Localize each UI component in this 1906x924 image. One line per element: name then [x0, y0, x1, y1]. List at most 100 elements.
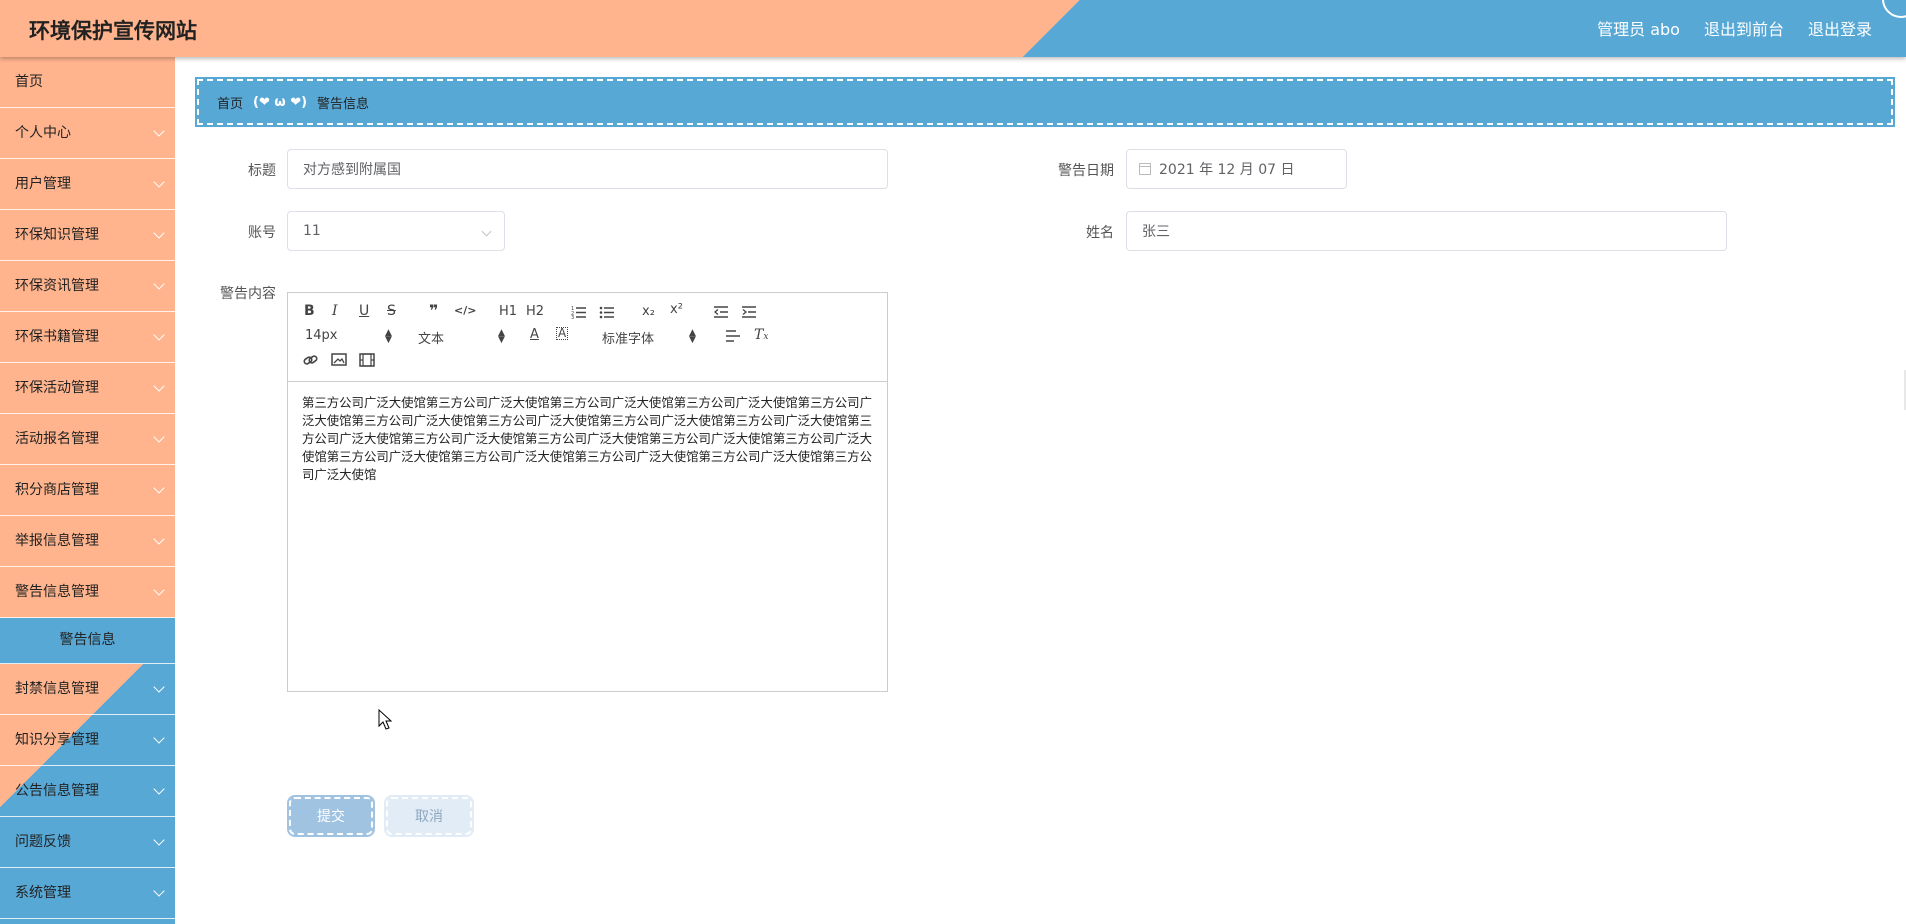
align-left-icon[interactable]: [725, 329, 741, 343]
logout-link[interactable]: 退出登录: [1808, 16, 1872, 40]
header-links: 管理员 abo 退出到前台 退出登录: [1597, 16, 1872, 40]
sidebar-item-label: 环保资讯管理: [15, 278, 99, 294]
corner-decoration: [1882, 0, 1906, 18]
sidebar-item-shop[interactable]: 积分商店管理: [0, 465, 175, 516]
italic-button[interactable]: I: [332, 303, 338, 319]
sidebar-menu: 首页 个人中心 用户管理 环保知识管理 环保资讯管理 环保书籍管理 环保活动管理…: [0, 57, 175, 924]
content-label: 警告内容: [220, 286, 276, 302]
sidebar-item-home[interactable]: 首页: [0, 57, 175, 108]
account-select[interactable]: 11: [287, 211, 505, 251]
sidebar-item-system[interactable]: 系统管理: [0, 868, 175, 919]
sidebar-item-reports[interactable]: 举报信息管理: [0, 516, 175, 567]
date-label: 警告日期: [1058, 163, 1114, 179]
sidebar-item-label: 知识分享管理: [15, 732, 99, 748]
site-title: 环境保护宣传网站: [29, 19, 197, 43]
bold-button[interactable]: B: [304, 303, 315, 319]
chevron-down-icon: [153, 834, 165, 846]
submit-button[interactable]: 提交: [287, 795, 375, 837]
sidebar-item-personal[interactable]: 个人中心: [0, 108, 175, 159]
bullet-list-icon[interactable]: [599, 305, 615, 319]
sidebar-item-label: 环保书籍管理: [15, 329, 99, 345]
date-value: 2021 年 12 月 07 日: [1159, 162, 1295, 178]
header-picker[interactable]: 文本 ▲ ▼: [418, 328, 506, 348]
h2-button[interactable]: H2: [526, 304, 544, 319]
sidebar-item-feedback[interactable]: 问题反馈: [0, 817, 175, 868]
code-button[interactable]: </>: [454, 304, 476, 317]
sidebar-item-activities[interactable]: 环保活动管理: [0, 363, 175, 414]
indent-icon[interactable]: [741, 305, 757, 319]
h1-button[interactable]: H1: [499, 304, 517, 319]
breadcrumb-current: 警告信息: [317, 96, 370, 112]
breadcrumb: 首页 (❤ ω ❤) 警告信息: [195, 77, 1895, 127]
font-size-value: 14px: [305, 328, 338, 343]
name-input[interactable]: 张三: [1126, 211, 1727, 251]
chevron-down-icon: [153, 732, 165, 744]
breadcrumb-home[interactable]: 首页: [217, 93, 243, 112]
title-input[interactable]: 对方感到附属国: [287, 149, 888, 189]
chevron-down-icon: [153, 176, 165, 188]
sidebar-item-bans[interactable]: 封禁信息管理: [0, 664, 175, 715]
chevron-down-icon: [153, 227, 165, 239]
chevron-down-icon: [153, 278, 165, 290]
link-icon[interactable]: [303, 353, 319, 367]
picker-arrows-icon: ▲ ▼: [498, 328, 505, 345]
video-icon[interactable]: [359, 353, 375, 367]
chevron-down-icon: [153, 380, 165, 392]
sidebar-item-users[interactable]: 用户管理: [0, 159, 175, 210]
calendar-icon: [1139, 163, 1151, 175]
cancel-button[interactable]: 取消: [384, 795, 474, 837]
back-to-front-link[interactable]: 退出到前台: [1704, 16, 1784, 40]
image-icon[interactable]: [331, 353, 347, 367]
title-value: 对方感到附属国: [303, 162, 401, 178]
rich-text-editor: B I U S ❞ </> H1 H2 123 x₂ x² 14px ▲ ▼ 文…: [287, 292, 888, 692]
clear-format-icon[interactable]: Tx: [754, 327, 768, 343]
font-color-icon[interactable]: A: [530, 327, 539, 342]
chevron-down-icon: [153, 885, 165, 897]
top-header: 环境保护宣传网站 管理员 abo 退出到前台 退出登录: [0, 0, 1906, 57]
name-value: 张三: [1142, 224, 1170, 240]
sidebar-item-sharing[interactable]: 知识分享管理: [0, 715, 175, 766]
superscript-button[interactable]: x²: [670, 302, 683, 317]
chevron-down-icon: [153, 533, 165, 545]
underline-button[interactable]: U: [359, 303, 369, 319]
background-color-icon[interactable]: A: [556, 327, 569, 340]
name-label: 姓名: [1086, 225, 1114, 241]
sidebar-item-label: 环保活动管理: [15, 380, 99, 396]
sidebar-item-label: 积分商店管理: [15, 482, 99, 498]
font-size-picker[interactable]: 14px ▲ ▼: [305, 328, 393, 345]
sidebar-subitem-warning-info[interactable]: 警告信息: [0, 618, 175, 664]
editor-content[interactable]: 第三方公司广泛大使馆第三方公司广泛大使馆第三方公司广泛大使馆第三方公司广泛大使馆…: [288, 382, 887, 496]
strike-button[interactable]: S: [387, 303, 396, 319]
svg-text:3: 3: [571, 315, 574, 319]
font-family-picker[interactable]: 标准字体 ▲ ▼: [602, 328, 697, 348]
subscript-button[interactable]: x₂: [642, 304, 655, 319]
sidebar-item-notices[interactable]: 公告信息管理: [0, 766, 175, 817]
sidebar-item-knowledge[interactable]: 环保知识管理: [0, 210, 175, 261]
title-label: 标题: [248, 163, 276, 179]
sidebar-item-label: 环保知识管理: [15, 227, 99, 243]
date-picker[interactable]: 2021 年 12 月 07 日: [1126, 149, 1347, 189]
chevron-down-icon: [153, 681, 165, 693]
outdent-icon[interactable]: [713, 305, 729, 319]
breadcrumb-separator: (❤ ω ❤): [253, 94, 308, 110]
chevron-down-icon: [153, 125, 165, 137]
sidebar-item-label: 警告信息管理: [15, 584, 99, 600]
sidebar-item-label: 公告信息管理: [15, 783, 99, 799]
sidebar-item-news[interactable]: 环保资讯管理: [0, 261, 175, 312]
sidebar-item-signup[interactable]: 活动报名管理: [0, 414, 175, 465]
blockquote-button[interactable]: ❞: [429, 301, 438, 320]
editor-toolbar: B I U S ❞ </> H1 H2 123 x₂ x² 14px ▲ ▼ 文…: [288, 293, 887, 382]
account-label: 账号: [248, 225, 276, 241]
ordered-list-icon[interactable]: 123: [571, 305, 587, 319]
account-value: 11: [303, 223, 321, 239]
picker-arrows-icon: ▲ ▼: [385, 328, 392, 345]
sidebar-item-warnings[interactable]: 警告信息管理: [0, 567, 175, 618]
admin-user-label[interactable]: 管理员 abo: [1597, 16, 1680, 40]
chevron-down-icon: [153, 482, 165, 494]
header-picker-value: 文本: [418, 332, 445, 347]
sidebar-item-books[interactable]: 环保书籍管理: [0, 312, 175, 363]
chevron-down-icon: [153, 431, 165, 443]
font-family-value: 标准字体: [602, 332, 655, 347]
chevron-down-icon: [481, 226, 492, 237]
sidebar-item-label: 系统管理: [15, 885, 71, 901]
